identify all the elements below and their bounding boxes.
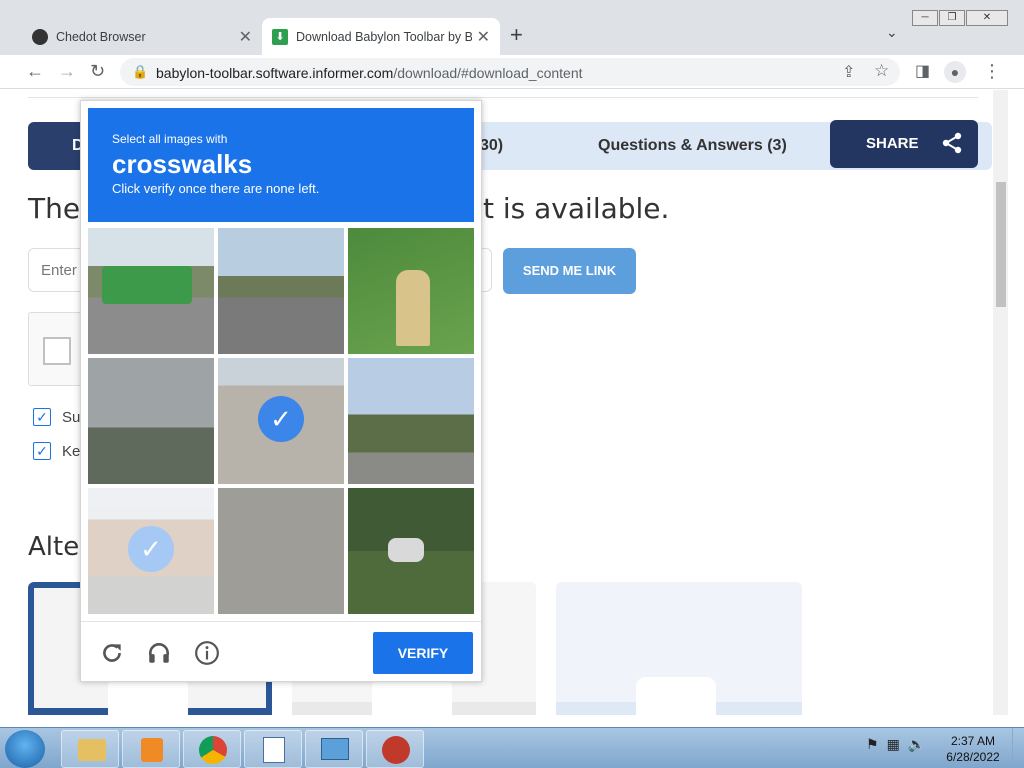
captcha-tile[interactable] (88, 228, 214, 354)
url-path: /download/#download_content (393, 65, 583, 81)
app-logo-icon (108, 677, 188, 715)
app-logo-icon (372, 677, 452, 715)
profile-icon[interactable]: ● (944, 61, 966, 83)
selected-check-icon: ✓ (128, 526, 174, 572)
share-icon (942, 132, 962, 154)
captcha-footer: VERIFY (81, 621, 481, 681)
url-host: babylon-toolbar.software.informer.com (156, 65, 394, 81)
url-text: babylon-toolbar.software.informer.com/do… (156, 65, 583, 81)
info-icon[interactable] (194, 640, 220, 666)
chedot-favicon-icon (32, 28, 48, 45)
selected-check-icon: ✓ (258, 396, 304, 442)
captcha-tile[interactable] (88, 358, 214, 484)
send-me-link-button[interactable]: SEND ME LINK (503, 248, 636, 294)
reload-icon[interactable] (99, 640, 125, 666)
close-tab-icon[interactable]: ✕ (477, 27, 490, 47)
captcha-target-word: crosswalks (112, 149, 253, 179)
subscribe-label: Su (62, 409, 81, 426)
captcha-tile[interactable]: ✓ (88, 488, 214, 614)
close-window-icon[interactable]: ✕ (966, 10, 1008, 26)
app-logo-icon (636, 677, 716, 715)
keep-checkbox[interactable]: ✓ (33, 442, 51, 460)
download-favicon-icon: ⬇ (272, 28, 288, 45)
bookmark-star-icon[interactable]: ☆ (874, 61, 889, 81)
media-player-taskbar-icon[interactable] (122, 730, 180, 768)
scroll-thumb[interactable] (996, 182, 1006, 307)
start-button-icon[interactable] (5, 730, 45, 768)
car-shape (388, 538, 424, 562)
captcha-instruction-top: Select all images with (112, 132, 228, 146)
windows-taskbar: ⚑ ▦ 🔈 2:37 AM 6/28/2022 (0, 727, 1024, 768)
tab-babylon[interactable]: ⬇ Download Babylon Toolbar by Ba ✕ (262, 18, 500, 55)
chedot-taskbar-icon[interactable] (366, 730, 424, 768)
captcha-instruction-bottom: Click verify once there are none left. (112, 181, 320, 196)
control-panel-taskbar-icon[interactable] (305, 730, 363, 768)
download-nav-button[interactable]: D (28, 122, 88, 170)
tab-title: Download Babylon Toolbar by Ba (296, 29, 472, 44)
captcha-tile[interactable] (348, 358, 474, 484)
captcha-tile[interactable]: ✓ (218, 358, 344, 484)
tab-title: Chedot Browser (56, 29, 146, 44)
network-icon[interactable]: ▦ (887, 736, 900, 753)
window-controls: ─ ❐ ✕ (912, 10, 1008, 26)
clock-time: 2:37 AM (950, 734, 996, 748)
captcha-image-grid: ✓ ✓ (88, 228, 475, 615)
keep-label: Ke (62, 443, 81, 460)
share-button[interactable]: SHARE (830, 120, 978, 168)
action-center-icon[interactable]: ⚑ (866, 736, 879, 753)
back-icon[interactable]: ← (26, 61, 44, 82)
maximize-icon[interactable]: ❐ (939, 10, 965, 26)
volume-icon[interactable]: 🔈 (908, 736, 925, 753)
browser-toolbar: ← → ↻ 🔒 babylon-toolbar.software.informe… (0, 55, 1024, 89)
verify-button[interactable]: VERIFY (373, 632, 473, 674)
system-tray: ⚑ ▦ 🔈 (866, 736, 925, 753)
reviews-tab[interactable]: 30) (480, 137, 503, 155)
show-desktop-button[interactable] (1012, 728, 1024, 768)
captcha-tile[interactable] (348, 488, 474, 614)
questions-answers-tab[interactable]: Questions & Answers (3) (598, 137, 787, 155)
captcha-tile[interactable] (348, 228, 474, 354)
tab-search-icon[interactable]: ⌄ (886, 24, 898, 41)
captcha-tile[interactable] (218, 228, 344, 354)
text-editor-taskbar-icon[interactable] (244, 730, 302, 768)
tab-chedot[interactable]: Chedot Browser ✕ (22, 18, 262, 55)
headline-left: The (28, 192, 81, 225)
captcha-challenge: Select all images with crosswalks Click … (80, 100, 482, 682)
recaptcha-widget[interactable] (28, 312, 88, 386)
address-bar[interactable]: 🔒 babylon-toolbar.software.informer.com/… (120, 58, 900, 86)
audio-icon[interactable] (146, 640, 172, 666)
menu-icon[interactable]: ⋮ (983, 61, 1001, 82)
captcha-tile[interactable] (218, 488, 344, 614)
chrome-taskbar-icon[interactable] (183, 730, 241, 768)
lock-icon: 🔒 (132, 64, 149, 79)
explorer-taskbar-icon[interactable] (61, 730, 119, 768)
truck-shape (102, 266, 192, 304)
subscribe-checkbox[interactable]: ✓ (33, 408, 51, 426)
page-top-divider (28, 90, 978, 98)
share-page-icon[interactable]: ⇪ (842, 62, 855, 82)
share-label: SHARE (866, 135, 919, 152)
close-tab-icon[interactable]: ✕ (239, 27, 252, 47)
captcha-header: Select all images with crosswalks Click … (88, 108, 474, 222)
tab-strip: Chedot Browser ✕ ⬇ Download Babylon Tool… (0, 0, 1024, 55)
minimize-icon[interactable]: ─ (912, 10, 938, 26)
reload-page-icon[interactable]: ↻ (90, 61, 105, 82)
clock-date: 6/28/2022 (946, 750, 1000, 764)
alternative-card-3[interactable] (556, 582, 802, 715)
hydrant-shape (396, 270, 430, 346)
headline-right: t is available. (483, 192, 670, 225)
recaptcha-checkbox[interactable] (43, 337, 71, 365)
page-scrollbar[interactable] (993, 90, 1008, 715)
side-panel-icon[interactable]: ◨ (915, 61, 930, 81)
taskbar-clock[interactable]: 2:37 AM 6/28/2022 (940, 733, 1006, 765)
forward-icon[interactable]: → (58, 61, 76, 82)
new-tab-icon[interactable]: + (510, 22, 523, 48)
